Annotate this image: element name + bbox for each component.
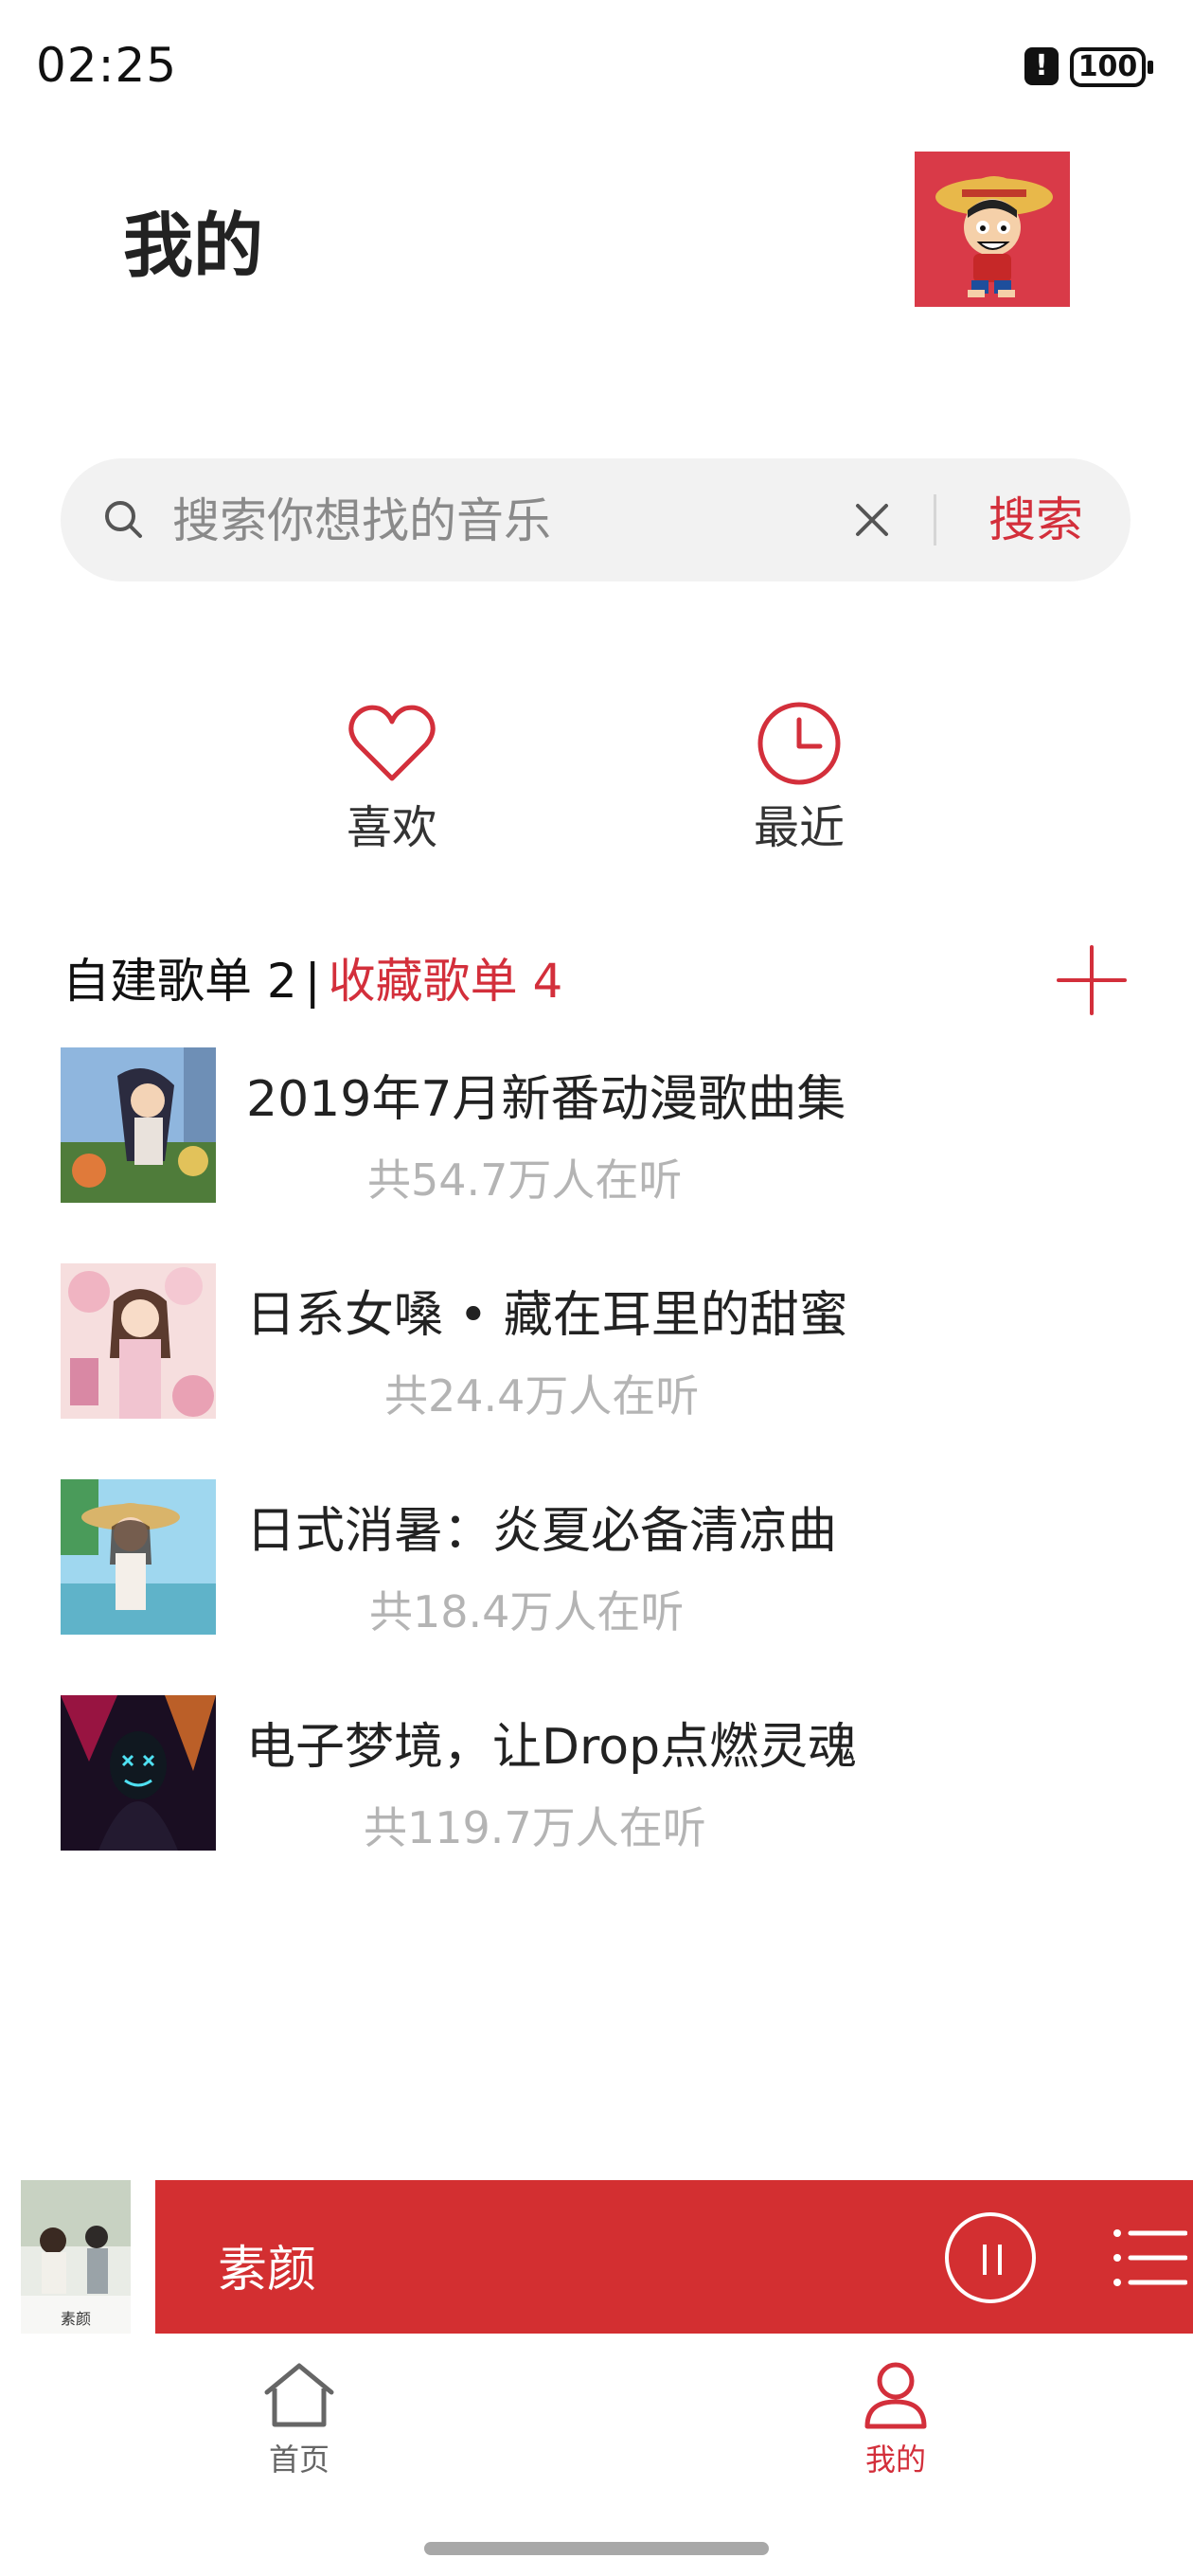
playlist-listeners: 共119.7万人在听 xyxy=(364,1802,706,1853)
pause-button[interactable] xyxy=(945,2212,1036,2303)
status-time: 02:25 xyxy=(36,38,178,93)
now-playing-title: 素颜 xyxy=(218,2242,317,2299)
nav-home-label: 首页 xyxy=(268,2442,329,2478)
home-indicator[interactable] xyxy=(424,2542,769,2555)
add-playlist-icon[interactable] xyxy=(1055,943,1129,1017)
playlist-listeners: 共54.7万人在听 xyxy=(367,1154,683,1206)
clock-icon xyxy=(757,702,841,785)
tab-favorite-label: 收藏歌单 xyxy=(328,954,518,1009)
playlist-cover xyxy=(61,1695,216,1851)
playlist-cover xyxy=(61,1263,216,1419)
recent-songs-label: 最近 xyxy=(753,801,845,854)
search-button[interactable]: 搜索 xyxy=(960,485,1112,555)
cover-title-text: 素颜 xyxy=(61,2310,91,2328)
search-divider xyxy=(934,494,936,546)
tab-own-label: 自建歌单 xyxy=(62,954,252,1009)
tab-separator: | xyxy=(304,954,321,1009)
tab-own-count: 2 xyxy=(266,954,297,1009)
mini-player: 素颜 素颜 xyxy=(0,2180,1193,2334)
playlist-row[interactable]: 电子梦境，让Drop点燃灵魂 共119.7万人在听 xyxy=(61,1695,1131,1854)
nav-home[interactable]: 首页 xyxy=(205,2360,394,2479)
avatar[interactable] xyxy=(915,152,1070,307)
home-icon xyxy=(264,2363,334,2427)
heart-icon xyxy=(348,705,436,781)
tab-own-playlists[interactable]: 自建歌单 2 xyxy=(62,954,297,1009)
liked-songs-button[interactable]: 喜欢 xyxy=(297,701,487,854)
mini-player-bar[interactable]: 素颜 xyxy=(155,2180,1193,2334)
playlist-row[interactable]: 日式消暑：炎夏必备清凉曲 共18.4万人在听 xyxy=(61,1479,1131,1638)
playlist-row[interactable]: 日系女嗓 • 藏在耳里的甜蜜 共24.4万人在听 xyxy=(61,1263,1131,1422)
battery-icon: 100 xyxy=(1070,47,1153,87)
bottom-nav: 首页 我的 xyxy=(0,2334,1193,2576)
playlist-cover xyxy=(61,1047,216,1203)
search-icon xyxy=(105,501,142,538)
playlist-listeners: 共18.4万人在听 xyxy=(369,1586,685,1637)
tab-favorite-count: 4 xyxy=(532,954,563,1009)
playlist-row[interactable]: 2019年7月新番动漫歌曲集 共54.7万人在听 xyxy=(61,1047,1131,1207)
tab-favorite-playlists[interactable]: 收藏歌单 4 xyxy=(329,954,563,1009)
playlist-title: 2019年7月新番动漫歌曲集 xyxy=(246,1071,846,1128)
user-icon xyxy=(864,2362,927,2429)
search-input[interactable] xyxy=(172,483,778,559)
now-playing-cover[interactable]: 素颜 xyxy=(21,2180,131,2334)
page-title: 我的 xyxy=(123,206,263,287)
playlist-listeners: 共24.4万人在听 xyxy=(384,1370,700,1422)
playlist-title: 电子梦境，让Drop点燃灵魂 xyxy=(246,1719,858,1776)
playlist-title: 日系女嗓 • 藏在耳里的甜蜜 xyxy=(246,1287,848,1344)
playlist-cover xyxy=(61,1479,216,1635)
recent-songs-button[interactable]: 最近 xyxy=(704,701,894,854)
nav-mine-label: 我的 xyxy=(864,2442,926,2478)
clear-icon[interactable] xyxy=(848,496,896,544)
playlist-tabs: 自建歌单 2 | 收藏歌单 4 xyxy=(62,943,562,1010)
playlist-queue-icon[interactable] xyxy=(1112,2226,1187,2290)
liked-songs-label: 喜欢 xyxy=(346,801,437,854)
status-bar: 02:25 100 xyxy=(0,0,1193,133)
search-bar: 搜索 xyxy=(61,458,1131,581)
nav-mine[interactable]: 我的 xyxy=(801,2360,990,2479)
playlist-title: 日式消暑：炎夏必备清凉曲 xyxy=(246,1503,838,1560)
avatar-image xyxy=(915,152,1070,307)
alert-icon xyxy=(1024,47,1059,85)
